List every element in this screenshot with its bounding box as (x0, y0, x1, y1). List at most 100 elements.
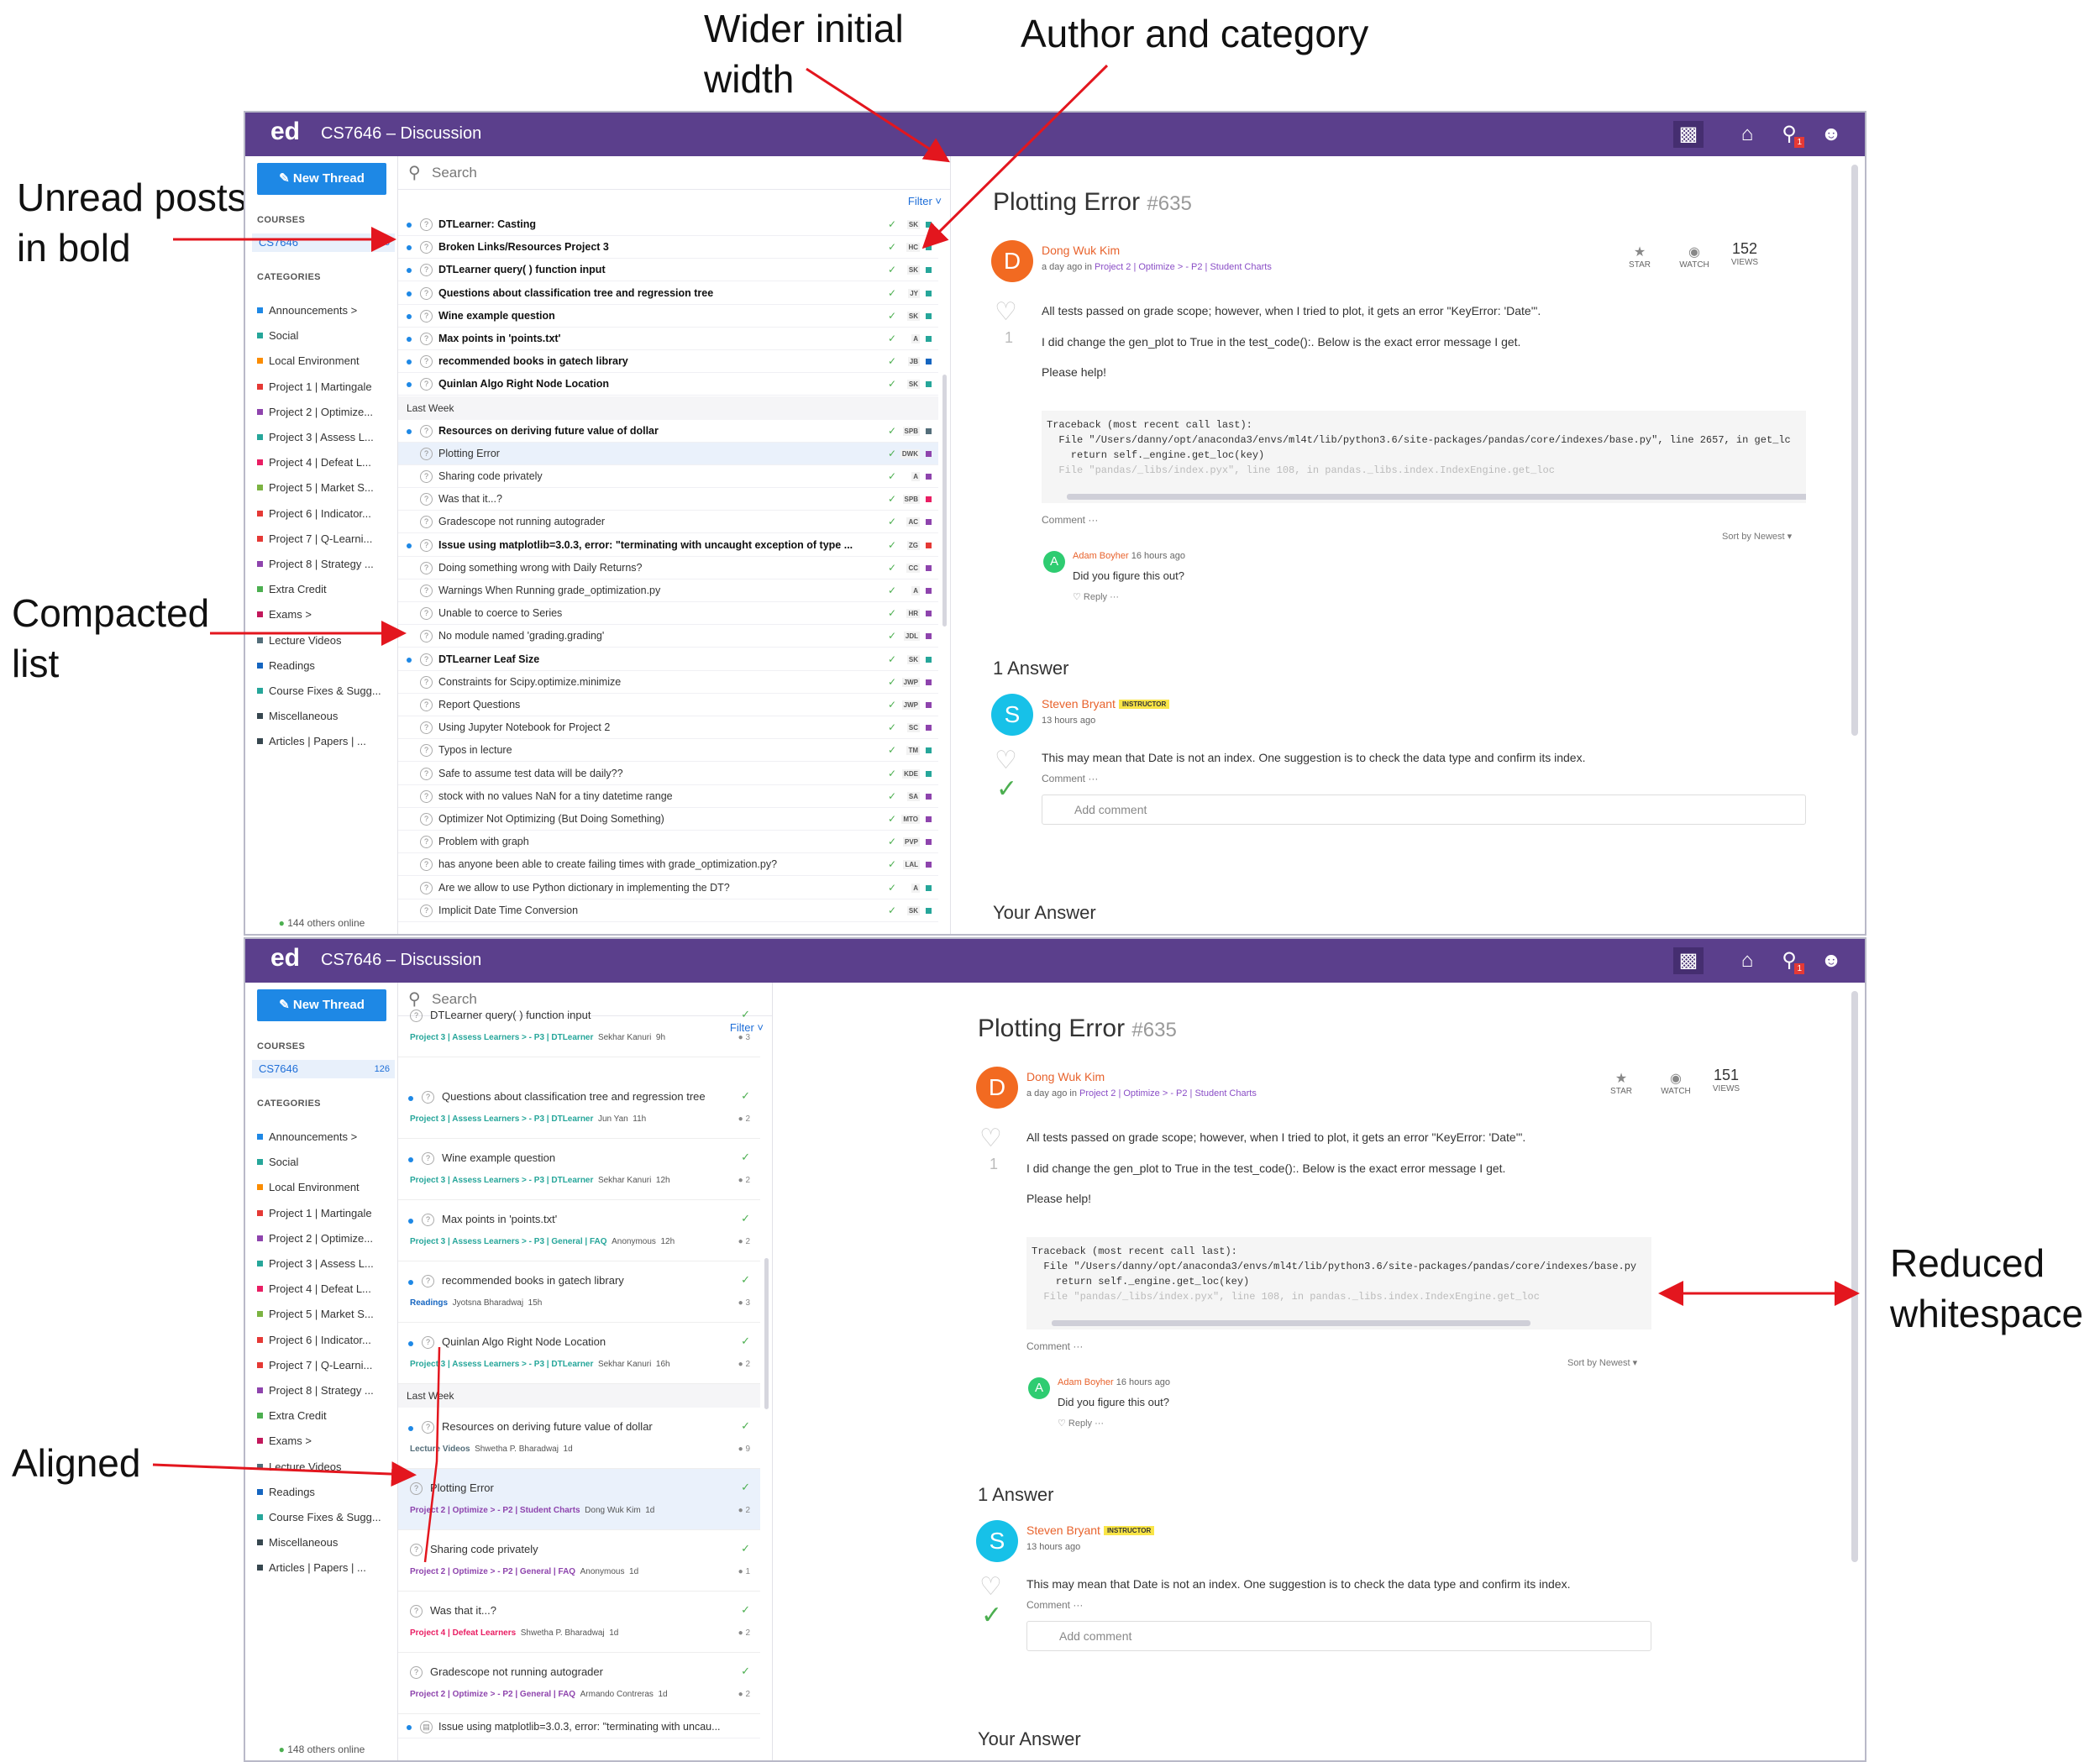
comment-button[interactable]: Comment ··· (1026, 1340, 1083, 1352)
comment-author[interactable]: Adam Boyher (1058, 1377, 1114, 1387)
thread-row[interactable]: ? Broken Links/Resources Project 3 ✓ HC (398, 236, 938, 260)
sidebar-category-item[interactable]: Announcements > (257, 304, 357, 317)
filter-button[interactable]: Filter ˅ (908, 195, 942, 207)
watch-button[interactable]: ◉ WATCH (1673, 244, 1715, 270)
answer-author-name[interactable]: Steven Bryant (1042, 697, 1116, 711)
accepted-check-icon[interactable]: ✓ (981, 1601, 1002, 1630)
heart-icon[interactable]: ♡ (979, 1124, 1002, 1153)
thread-card[interactable]: ? Quinlan Algo Right Node Location ✓ Projec… (398, 1323, 760, 1384)
sidebar-category-item[interactable]: Project 3 | Assess L... (257, 431, 374, 443)
thread-card[interactable]: ? DTLearner query( ) function input ✓ Proje… (398, 996, 760, 1057)
thread-card[interactable]: ? recommended books in gatech library ✓ Rea… (398, 1261, 760, 1323)
thread-category[interactable]: Project 2 | Optimize > - P2 | Student Ch… (410, 1506, 580, 1515)
thread-card[interactable]: ? Plotting Error ✓ Project 2 | Optimize > -… (398, 1469, 760, 1530)
answer-comment-button[interactable]: Comment ··· (1026, 1599, 1083, 1611)
watch-button[interactable]: ◉ WATCH (1655, 1070, 1697, 1096)
list-scrollbar[interactable] (764, 1258, 769, 1409)
answer-heart-icon[interactable]: ♡ (979, 1572, 1002, 1602)
thread-row[interactable]: ? Resources on deriving future value of d… (398, 420, 938, 443)
sidebar-category-item[interactable]: Exams > (257, 1434, 312, 1447)
sidebar-category-item[interactable]: Local Environment (257, 354, 360, 367)
comment-author[interactable]: Adam Boyher (1073, 551, 1129, 561)
reply-button[interactable]: ♡ Reply ··· (1073, 591, 1119, 602)
sidebar-category-item[interactable]: Articles | Papers | ... (257, 1561, 366, 1574)
thread-row[interactable]: ? Was that it...? ✓ SPB (398, 488, 938, 511)
post-scrollbar[interactable] (1851, 991, 1858, 1562)
thread-category[interactable]: Readings (410, 1298, 448, 1308)
sidebar-category-item[interactable]: Course Fixes & Sugg... (257, 1511, 381, 1523)
sidebar-category-item[interactable]: Social (257, 1156, 298, 1168)
sidebar-category-item[interactable]: Project 6 | Indicator... (257, 1334, 371, 1346)
thread-category[interactable]: Project 3 | Assess Learners > - P3 | DTL… (410, 1114, 593, 1124)
sidebar-category-item[interactable]: Social (257, 329, 298, 342)
thread-row[interactable]: ? recommended books in gatech library ✓ JB (398, 350, 938, 374)
comment-button[interactable]: Comment ··· (1042, 514, 1098, 526)
sort-dropdown[interactable]: Sort by Newest ▾ (1722, 531, 1792, 542)
thread-card[interactable]: ? Was that it...? ✓ Project 4 | Defeat Lear… (398, 1592, 760, 1653)
post-category-link[interactable]: Project 2 | Optimize > - P2 | Student Ch… (1095, 262, 1272, 272)
sidebar-category-item[interactable]: Articles | Papers | ... (257, 735, 366, 747)
sidebar-category-item[interactable]: Announcements > (257, 1130, 357, 1143)
thread-card[interactable]: ? Wine example question ✓ Project 3 | Asses… (398, 1139, 760, 1200)
thread-row[interactable]: ? Implicit Date Time Conversion ✓ SK (398, 899, 938, 922)
sidebar-category-item[interactable]: Local Environment (257, 1181, 360, 1193)
thread-card[interactable]: ? Resources on deriving future value of d… (398, 1408, 760, 1469)
add-comment-input[interactable]: Add comment (1026, 1621, 1651, 1651)
sidebar-category-item[interactable]: Project 6 | Indicator... (257, 507, 371, 520)
thread-row[interactable]: ? Doing something wrong with Daily Return… (398, 557, 938, 579)
thread-row[interactable]: ? Unable to coerce to Series ✓ HR (398, 602, 938, 626)
thread-row[interactable]: ? Questions about classification tree and… (398, 282, 938, 305)
post-scrollbar[interactable] (1851, 165, 1858, 736)
thread-row[interactable]: ? Max points in 'points.txt' ✓ A (398, 328, 938, 350)
answer-author-name[interactable]: Steven Bryant (1026, 1523, 1100, 1537)
thread-row[interactable]: ? Wine example question ✓ SK (398, 305, 938, 328)
sidebar-category-item[interactable]: Project 2 | Optimize... (257, 406, 373, 418)
thread-row[interactable]: ? Are we allow to use Python dictionary i… (398, 877, 938, 899)
thread-card[interactable]: ? Questions about classification tree and… (398, 1078, 760, 1139)
thread-row[interactable]: ? DTLearner: Casting ✓ SK (398, 213, 938, 236)
thread-category[interactable]: Project 3 | Assess Learners > - P3 | DTL… (410, 1176, 593, 1185)
sidebar-category-item[interactable]: Readings (257, 659, 315, 672)
add-comment-input[interactable]: Add comment (1042, 794, 1806, 825)
sidebar-category-item[interactable]: Project 1 | Martingale (257, 1207, 372, 1219)
thread-row[interactable]: ? stock with no values NaN for a tiny dat… (398, 785, 938, 808)
sidebar-category-item[interactable]: Project 8 | Strategy ... (257, 558, 374, 570)
bell-icon[interactable]: ⚲ 1 (1774, 947, 1804, 974)
ed-logo[interactable]: ed (270, 118, 300, 146)
thread-row[interactable]: ? Issue using matplotlib=3.0.3, error: "t… (398, 534, 938, 557)
user-icon[interactable]: ☻ (1816, 947, 1846, 974)
post-author[interactable]: Dong Wuk Kim (1026, 1070, 1105, 1083)
sidebar-category-item[interactable]: Readings (257, 1486, 315, 1498)
user-icon[interactable]: ☻ (1816, 121, 1846, 148)
thread-row[interactable]: ? Safe to assume test data will be daily?… (398, 763, 938, 785)
search-input[interactable]: ⚲ Search (398, 156, 950, 190)
thread-row[interactable]: ? No module named 'grading.grading' ✓ JDL (398, 625, 938, 648)
heart-icon[interactable]: ♡ (995, 297, 1017, 327)
code-scrollbar[interactable] (1052, 1320, 1530, 1326)
thread-row[interactable]: ? Plotting Error ✓ DWK (398, 442, 938, 465)
thread-row[interactable]: ? Quinlan Algo Right Node Location ✓ SK (398, 373, 938, 396)
thread-category[interactable]: Project 2 | Optimize > - P2 | General | … (410, 1567, 575, 1576)
sidebar-category-item[interactable]: Project 7 | Q-Learni... (257, 1359, 372, 1371)
course-item-cs7646[interactable]: CS7646 126 (252, 1060, 395, 1078)
chat-icon[interactable]: ▩ (1673, 121, 1704, 148)
thread-category[interactable]: Project 3 | Assess Learners > - P3 | Gen… (410, 1237, 607, 1246)
thread-row[interactable]: ? Using Jupyter Notebook for Project 2 ✓ SC (398, 716, 938, 740)
thread-row[interactable]: ? Report Questions ✓ JWP (398, 694, 938, 716)
sidebar-category-item[interactable]: Project 5 | Market S... (257, 1308, 374, 1320)
code-scrollbar[interactable] (1067, 494, 1806, 500)
thread-card[interactable]: ? Sharing code privately ✓ Project 2 | Opti… (398, 1530, 760, 1592)
answer-heart-icon[interactable]: ♡ (995, 746, 1017, 775)
star-button[interactable]: ★ STAR (1604, 1070, 1638, 1096)
sidebar-category-item[interactable]: Project 8 | Strategy ... (257, 1384, 374, 1397)
thread-category[interactable]: Project 4 | Defeat Learners (410, 1628, 516, 1638)
home-icon[interactable]: ⌂ (1732, 947, 1762, 974)
thread-category[interactable]: Project 3 | Assess Learners > - P3 | DTL… (410, 1360, 593, 1369)
sidebar-category-item[interactable]: Miscellaneous (257, 710, 338, 722)
thread-card[interactable]: ? Gradescope not running autograder ✓ Proje… (398, 1653, 760, 1714)
sidebar-category-item[interactable]: Exams > (257, 608, 312, 621)
sidebar-category-item[interactable]: Lecture Videos (257, 634, 342, 647)
sidebar-category-item[interactable]: Lecture Videos (257, 1460, 342, 1473)
new-thread-button[interactable]: ✎ New Thread (257, 163, 386, 195)
thread-row[interactable]: ? has anyone been able to create failing … (398, 853, 938, 877)
